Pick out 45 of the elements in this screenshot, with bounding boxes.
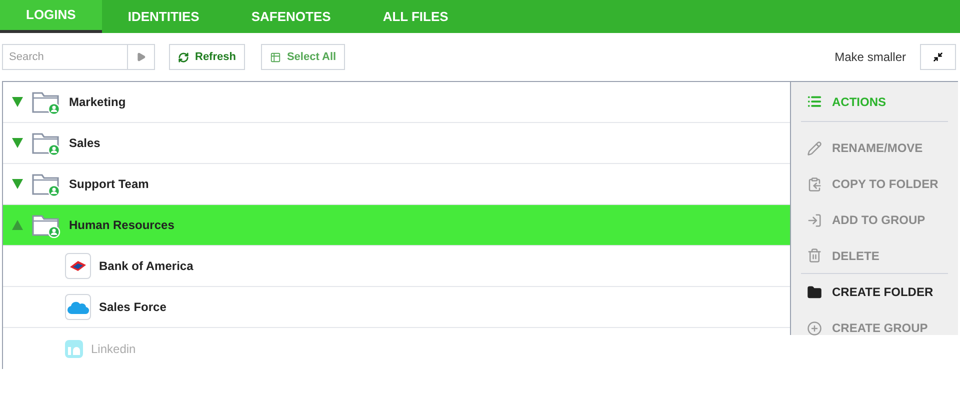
login-name: Linkedin: [91, 340, 136, 358]
tab[interactable]: LOGINS: [0, 0, 102, 33]
select-all-button[interactable]: Select All: [260, 44, 346, 70]
folder-icon: [807, 284, 822, 300]
action-item[interactable]: CREATE FOLDER: [801, 283, 934, 301]
refresh-icon: [178, 52, 189, 62]
search-go-button[interactable]: [128, 44, 155, 70]
folder-name: Marketing: [69, 94, 126, 111]
shrink-icon: [933, 52, 943, 62]
shared-folder-icon: [31, 212, 61, 238]
actions-title: ACTIONS: [832, 94, 886, 110]
folder-name: Human Resources: [69, 217, 174, 234]
plus-circle-icon: [807, 320, 822, 336]
shared-folder-icon: [31, 130, 61, 156]
refresh-button[interactable]: Refresh: [169, 44, 245, 70]
play-icon: [136, 52, 146, 62]
login-name: Sales Force: [99, 299, 166, 316]
pencil-icon: [807, 140, 822, 156]
login-row[interactable]: Linkedin: [3, 328, 790, 369]
make-smaller-label: Make smaller: [834, 49, 906, 66]
tab[interactable]: SAFENOTES: [225, 0, 357, 33]
shared-folder-icon: [31, 171, 61, 197]
search-field[interactable]: Search: [2, 44, 128, 70]
shared-folder-icon: [31, 89, 61, 115]
folder-name: Support Team: [69, 176, 149, 193]
expand-triangle-icon[interactable]: [12, 97, 23, 107]
social-logo-icon: [65, 340, 83, 358]
list-icon: [807, 94, 822, 109]
make-smaller-button[interactable]: [920, 44, 956, 70]
folder-row[interactable]: Human Resources: [3, 205, 790, 246]
clipboard-icon: [807, 176, 822, 192]
expand-triangle-icon[interactable]: [12, 138, 23, 148]
flag-logo-icon: [65, 253, 91, 279]
sign-in-icon: [807, 212, 822, 228]
trash-icon: [807, 248, 822, 263]
tab[interactable]: ALL FILES: [356, 0, 474, 33]
expand-triangle-icon[interactable]: [12, 179, 23, 189]
login-name: Bank of America: [99, 258, 194, 275]
tab[interactable]: IDENTITIES: [102, 0, 226, 33]
table-icon: [270, 52, 281, 62]
login-row[interactable]: Sales Force: [3, 287, 790, 328]
login-row[interactable]: Bank of America: [3, 246, 790, 287]
folder-name: Sales: [69, 135, 100, 152]
collapse-triangle-icon[interactable]: [12, 220, 23, 230]
cloud-logo-icon: [65, 294, 91, 320]
